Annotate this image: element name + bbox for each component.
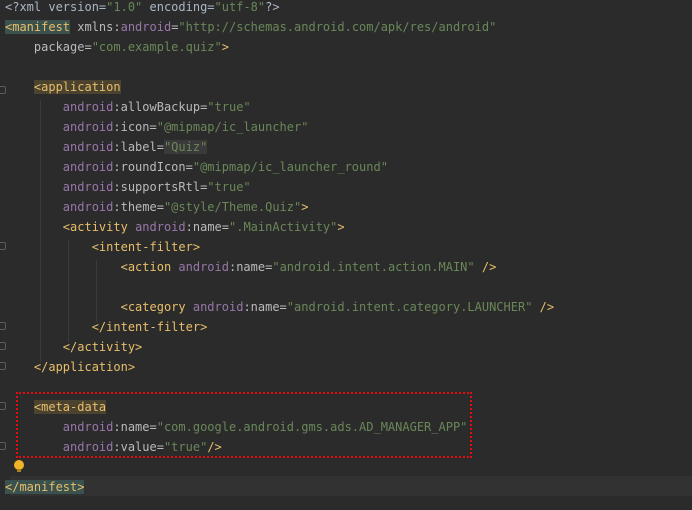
code-token: </manifest> — [5, 480, 85, 494]
code-line-intent-filter-close[interactable]: </intent-filter> — [5, 317, 208, 337]
code-token: ?> — [265, 0, 280, 14]
code-line-activity-open[interactable]: <activity android:name=".MainActivity"> — [5, 217, 345, 237]
code-token: android — [62, 120, 114, 134]
code-token: <activity — [62, 220, 128, 234]
code-token: </application> — [33, 360, 136, 374]
code-token: <action — [120, 260, 172, 274]
code-line-application-open[interactable]: <application — [5, 77, 121, 97]
code-line-theme[interactable]: android:theme="@style/Theme.Quiz"> — [5, 197, 309, 217]
code-token: android — [120, 20, 172, 34]
code-token: package= — [5, 40, 92, 54]
lightbulb-icon[interactable] — [14, 460, 24, 472]
code-token: android — [178, 260, 229, 274]
current-line-highlight — [0, 476, 692, 496]
code-token: </activity> — [62, 340, 143, 354]
code-token: android — [62, 200, 114, 214]
code-token: ".MainActivity" — [229, 220, 338, 234]
code-token: :name= — [228, 260, 273, 274]
code-token: :theme= — [113, 200, 164, 214]
code-token: encoding= — [142, 0, 215, 14]
code-token: > — [301, 200, 309, 214]
code-token: <application — [33, 80, 121, 94]
code-line-activity-close[interactable]: </activity> — [5, 337, 142, 357]
code-line-action[interactable]: <action android:name="android.intent.act… — [5, 257, 497, 277]
editor-bottom-area — [0, 496, 692, 510]
code-token: "@mipmap/ic_launcher" — [156, 120, 309, 134]
code-token: :supportsRtl= — [113, 180, 208, 194]
code-token: :allowBackup= — [113, 100, 208, 114]
code-line-category[interactable]: <category android:name="android.intent.c… — [5, 297, 555, 317]
code-token: android — [62, 180, 114, 194]
code-token: "Quiz" — [163, 140, 208, 154]
code-line-round-icon[interactable]: android:roundIcon="@mipmap/ic_launcher_r… — [5, 157, 388, 177]
code-line-icon[interactable]: android:icon="@mipmap/ic_launcher" — [5, 117, 309, 137]
code-line-xml-decl[interactable]: <?xml version="1.0" encoding="utf-8"?> — [5, 0, 280, 17]
code-token: <intent-filter> — [91, 240, 201, 254]
code-token: android — [62, 160, 114, 174]
code-token: "android.intent.category.LAUNCHER" — [286, 300, 533, 314]
code-token: android — [62, 140, 114, 154]
code-token: "@mipmap/ic_launcher_round" — [192, 160, 388, 174]
code-token: :roundIcon= — [113, 160, 193, 174]
code-token: <manifest — [5, 20, 71, 34]
code-token: "android.intent.action.MAIN" — [272, 260, 475, 274]
code-token: android — [62, 100, 114, 114]
code-token: android — [135, 220, 186, 234]
code-token: <?xml version= — [5, 0, 107, 14]
code-line-package[interactable]: package="com.example.quiz"> — [5, 37, 229, 57]
code-token: android — [192, 300, 244, 314]
code-token: "1.0" — [106, 0, 143, 14]
code-line-intent-filter-open[interactable]: <intent-filter> — [5, 237, 200, 257]
code-token: "http://schemas.android.com/apk/res/andr… — [178, 20, 497, 34]
code-token: "true" — [207, 100, 251, 114]
code-token: :name= — [185, 220, 229, 234]
code-token: :name= — [243, 300, 287, 314]
code-token: </intent-filter> — [91, 320, 208, 334]
code-token: "@style/Theme.Quiz" — [163, 200, 302, 214]
code-token: :icon= — [113, 120, 157, 134]
code-line-application-close[interactable]: </application> — [5, 357, 135, 377]
code-token: <category — [120, 300, 186, 314]
code-line-supports-rtl[interactable]: android:supportsRtl="true" — [5, 177, 251, 197]
code-token: > — [221, 40, 229, 54]
code-token: :label= — [113, 140, 164, 154]
code-token: "true" — [207, 180, 251, 194]
code-token: /> — [474, 260, 497, 274]
code-line-label[interactable]: android:label="Quiz" — [5, 137, 208, 157]
code-line-manifest-close[interactable]: </manifest> — [5, 477, 85, 497]
highlight-box — [16, 392, 472, 458]
code-line-manifest-open[interactable]: <manifest xmlns:android="http://schemas.… — [5, 17, 496, 37]
code-line-allow-backup[interactable]: android:allowBackup="true" — [5, 97, 251, 117]
code-token: > — [337, 220, 345, 234]
code-token: xmlns: — [70, 20, 121, 34]
code-token: "com.example.quiz" — [91, 40, 222, 54]
code-editor[interactable]: <?xml version="1.0" encoding="utf-8"?> <m… — [0, 0, 692, 510]
code-token: /> — [532, 300, 555, 314]
code-token: "utf-8" — [214, 0, 266, 14]
